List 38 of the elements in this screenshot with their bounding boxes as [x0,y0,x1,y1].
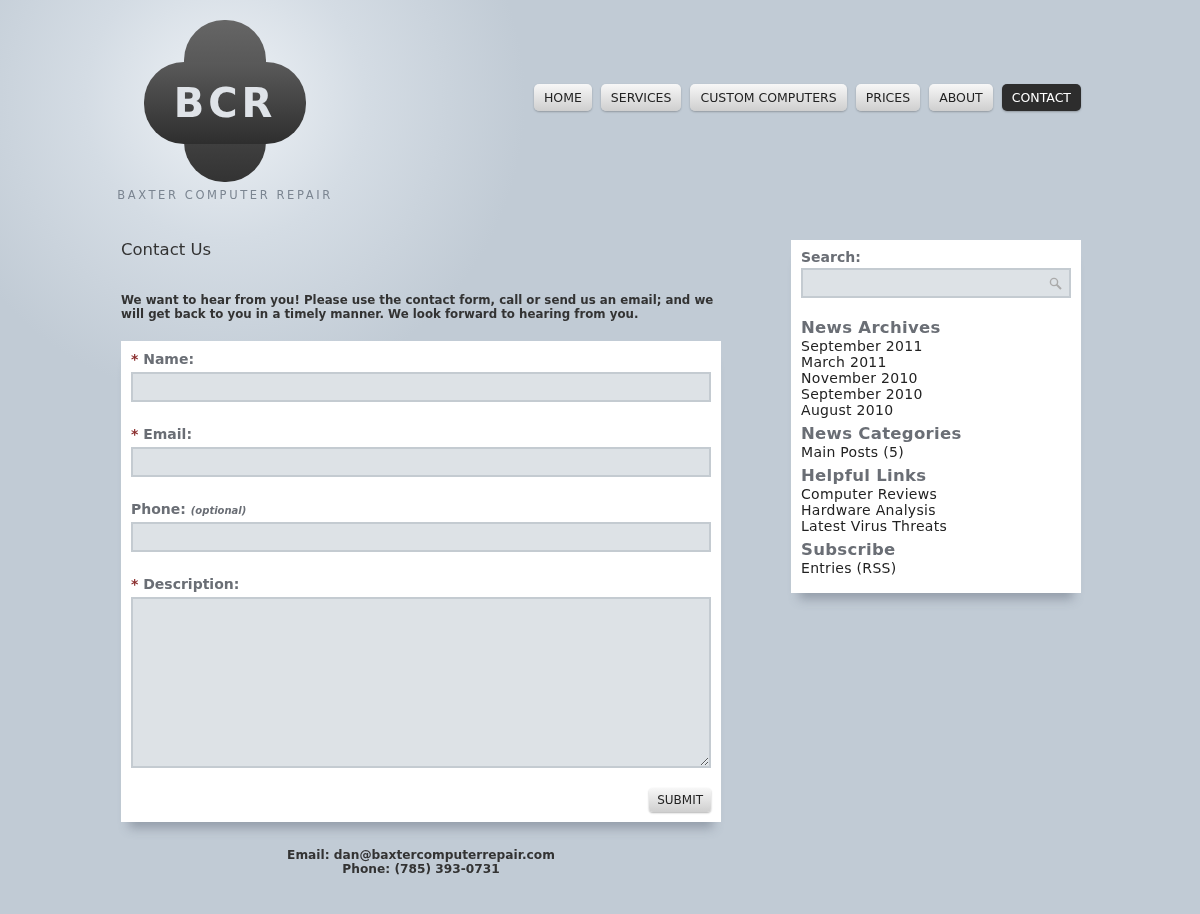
sidebar-link[interactable]: Entries (RSS) [801,560,897,576]
search-icon [1049,277,1062,290]
sidebar-link[interactable]: Latest Virus Threats [801,518,948,534]
sidebar-link[interactable]: Computer Reviews [801,486,938,502]
section-heading: News Categories [801,424,963,443]
contact-email: Email: dan@baxtercomputerrepair.com [287,848,555,862]
sidebar-link[interactable]: August 2010 [801,402,894,418]
logo-tagline: BAXTER COMPUTER REPAIR [117,188,333,202]
sidebar-link[interactable]: March 2011 [801,354,887,370]
input-field[interactable] [131,372,711,402]
search-field[interactable] [801,268,1071,298]
nav-tab[interactable]: ABOUT [929,84,993,111]
nav-tab[interactable]: HOME [533,84,592,111]
input-field[interactable] [131,447,711,477]
sidebar-link[interactable]: Main Posts (5) [801,444,904,460]
sidebar-link[interactable]: September 2011 [801,338,923,354]
field-label: Phone: (optional) [131,501,248,517]
intro-paragraph: We want to hear from you! Please use the contact form, call or send us an email; and we will get back to you in a timely manner. We look forward to hearing from you. [121,293,715,321]
field-label: * Email: [131,426,193,442]
section-heading: Subscribe [801,540,897,559]
description-field[interactable] [131,597,711,768]
field-label: * Name: [131,351,196,367]
input-field[interactable] [131,522,711,552]
field-label: * Description: [131,576,241,592]
sidebar-link[interactable]: Hardware Analysis [801,502,936,518]
logo-letters: BCR [172,79,278,128]
contact-phone: Phone: (785) 393-0731 [342,862,500,876]
submit-button[interactable]: SUBMIT [649,788,711,812]
nav-tab[interactable]: CUSTOM COMPUTERS [690,84,847,111]
page-title: Contact Us [121,240,213,259]
section-heading: News Archives [801,318,942,337]
sidebar-link[interactable]: September 2010 [801,386,923,402]
nav-tab[interactable]: CONTACT [1001,84,1081,111]
sidebar-link[interactable]: November 2010 [801,370,918,386]
search-label: Search: [801,249,862,265]
nav-tab[interactable]: PRICES [855,84,921,111]
section-heading: Helpful Links [801,466,928,485]
nav-tab[interactable]: SERVICES [600,84,682,111]
